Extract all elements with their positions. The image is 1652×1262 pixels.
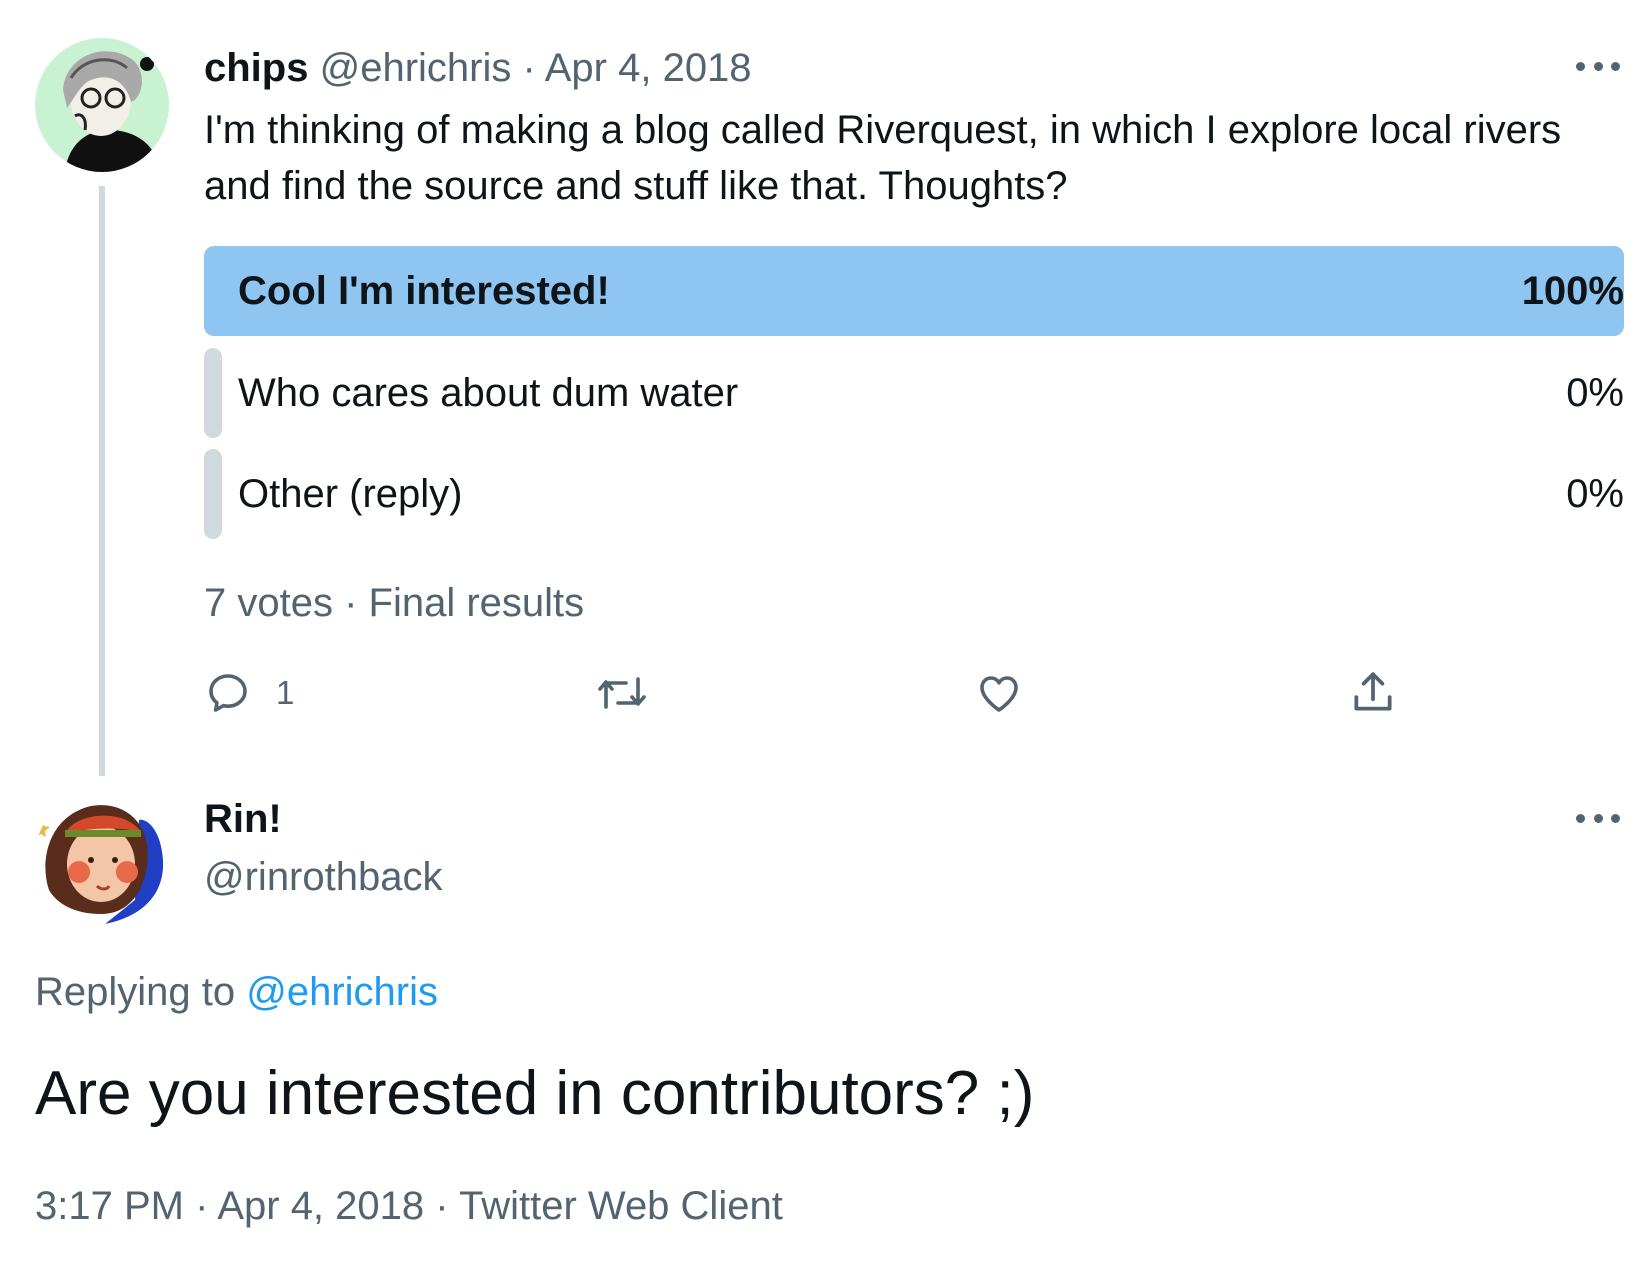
poll-option-percent: 0% — [1566, 472, 1624, 516]
replying-to-line: Replying to @ehrichris — [35, 964, 438, 1020]
reply-author-handle[interactable]: @rinrothback — [204, 852, 442, 902]
more-icon[interactable] — [1576, 56, 1620, 76]
reply-count: 1 — [276, 674, 295, 711]
poll-separator: · — [344, 581, 358, 625]
poll-meta: 7 votes · Final results — [204, 575, 584, 631]
poll-option-2: Who cares about dum water 0% — [204, 348, 1624, 438]
author-name[interactable]: chips — [204, 46, 308, 90]
reply-time[interactable]: 3:17 PM — [35, 1184, 184, 1228]
tweet-header: chips @ehrichris · Apr 4, 2018 — [204, 44, 752, 92]
author-handle[interactable]: @ehrichris — [320, 46, 512, 90]
poll-option-label: Cool I'm interested! — [238, 269, 610, 313]
tweet-date[interactable]: Apr 4, 2018 — [545, 46, 752, 90]
avatar-chips[interactable] — [35, 38, 169, 172]
reply-footer: 3:17 PM · Apr 4, 2018 · Twitter Web Clie… — [35, 1178, 783, 1234]
replying-prefix: Replying to — [35, 970, 236, 1014]
poll-option-1: Cool I'm interested! 100% — [204, 246, 1624, 336]
poll-bar — [204, 449, 222, 539]
poll-bar — [204, 348, 222, 438]
footer-separator: · — [435, 1184, 449, 1228]
poll-option-percent: 100% — [1521, 269, 1624, 313]
reply-text: Are you interested in contributors? ;) — [35, 1059, 1035, 1128]
reply-icon — [209, 674, 247, 712]
retweet-icon — [598, 677, 646, 709]
avatar-rin-image — [35, 790, 169, 924]
share-icon — [1354, 672, 1392, 711]
poll-option-3: Other (reply) 0% — [204, 449, 1624, 539]
tweet-text: I'm thinking of making a blog called Riv… — [204, 108, 1562, 208]
like-icon — [980, 676, 1018, 712]
poll-option-label: Who cares about dum water — [238, 371, 739, 415]
more-icon[interactable] — [1576, 808, 1620, 828]
reply-button[interactable]: 1 — [204, 665, 294, 721]
replying-mention-link[interactable]: @ehrichris — [246, 970, 438, 1014]
thread-line — [99, 186, 105, 776]
avatar-rin[interactable] — [35, 790, 169, 924]
poll-option-percent: 0% — [1566, 371, 1624, 415]
retweet-button[interactable] — [594, 665, 650, 721]
poll-status: Final results — [368, 581, 585, 625]
poll-option-label: Other (reply) — [238, 472, 463, 516]
reply-author-name[interactable]: Rin! — [204, 794, 282, 844]
avatar-chips-image — [35, 38, 169, 172]
share-button[interactable] — [1348, 665, 1398, 721]
like-button[interactable] — [974, 665, 1024, 721]
poll-votes: 7 votes — [204, 581, 333, 625]
reply-client[interactable]: Twitter Web Client — [459, 1184, 783, 1228]
footer-separator: · — [195, 1184, 209, 1228]
reply-date[interactable]: Apr 4, 2018 — [217, 1184, 424, 1228]
header-separator: · — [522, 46, 536, 90]
